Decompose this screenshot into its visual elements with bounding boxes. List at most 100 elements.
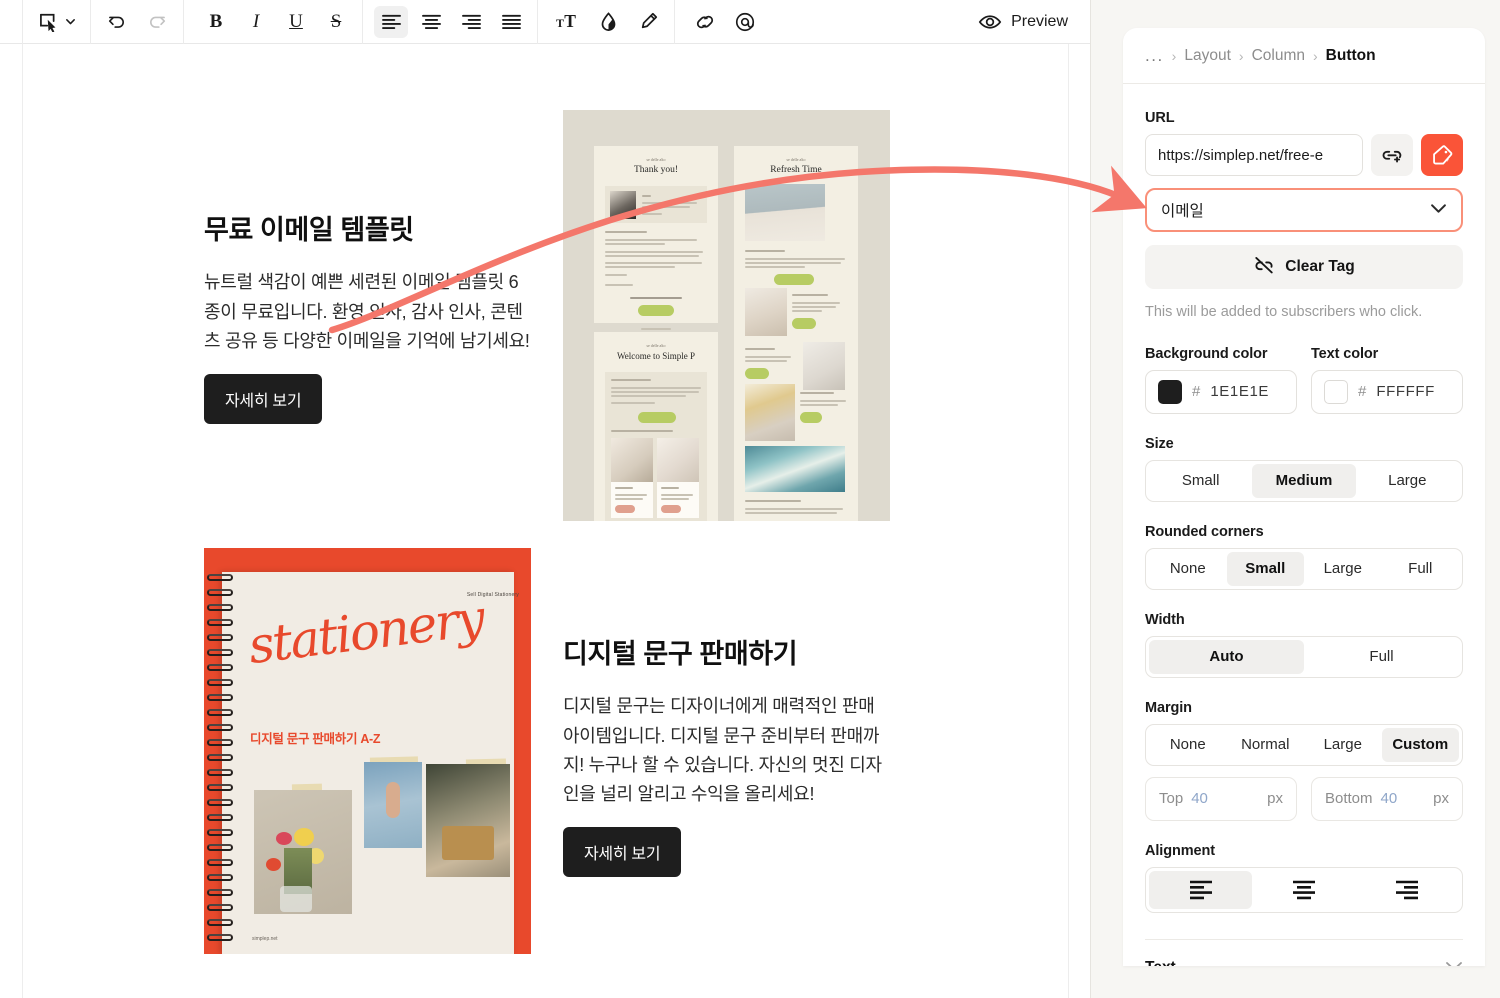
tag-select-value: 이메일 (1161, 203, 1204, 220)
block-2-image[interactable]: stationery 디지털 문구 판매하기 A-Z Sell Digital … (204, 548, 531, 954)
toolbar-group-align (363, 0, 537, 44)
canvas-right-rule (1068, 44, 1069, 998)
align-right-icon[interactable] (1356, 871, 1459, 909)
width-option-full[interactable]: Full (1304, 640, 1459, 674)
preview-button[interactable]: Preview (968, 6, 1090, 38)
url-input[interactable]: https://simplep.net/free-e (1145, 134, 1363, 176)
margin-top-label: Top (1159, 790, 1184, 808)
background-color-hash: # (1192, 383, 1201, 401)
text-color-field[interactable]: # FFFFFF (1311, 369, 1463, 414)
notebook-photo-beach (364, 762, 422, 848)
toolbar-group-format: B I U S (184, 0, 362, 44)
clear-tag-button[interactable]: Clear Tag (1145, 245, 1463, 289)
breadcrumb-overflow[interactable]: ... (1145, 46, 1164, 66)
size-option-large[interactable]: Large (1356, 464, 1459, 498)
italic-button[interactable]: I (239, 6, 273, 38)
margin-bottom-unit: px (1433, 790, 1449, 808)
bold-button[interactable]: B (199, 6, 233, 38)
notebook-subtitle: 디지털 문구 판매하기 A-Z (250, 732, 381, 746)
margin-top-value: 40 (1191, 790, 1208, 808)
url-row: https://simplep.net/free-e (1145, 134, 1463, 176)
redo-button[interactable] (140, 6, 174, 38)
align-left-icon[interactable] (1149, 870, 1253, 909)
chevron-down-icon (1445, 959, 1463, 966)
text-section-accordion[interactable]: Text (1145, 940, 1463, 966)
chevron-down-icon (1430, 201, 1447, 219)
svg-text:T: T (564, 12, 576, 31)
rounded-option-full[interactable]: Full (1382, 552, 1460, 586)
select-tool-button[interactable] (33, 6, 81, 38)
rounded-option-small[interactable]: Small (1226, 551, 1304, 586)
background-color-swatch[interactable] (1158, 379, 1182, 404)
svg-text:T: T (556, 16, 564, 30)
block-2-body: 디지털 문구는 디자이너에게 매력적인 판매 아이템입니다. 디지털 문구 준비… (563, 696, 882, 804)
content-block-1-text[interactable]: 무료 이메일 템플릿 뉴트럴 색감이 예쁜 세련된 이메일 템플릿 6종이 무료… (204, 212, 534, 424)
properties-body: URL https://simplep.net/free-e 이메일 Clear… (1123, 110, 1485, 966)
notebook-corner-text: Sell Digital Stationery (466, 592, 519, 598)
undo-button[interactable] (100, 6, 134, 38)
breadcrumb-item-column[interactable]: Column (1252, 47, 1305, 65)
alignment-label: Alignment (1145, 842, 1215, 859)
background-color-field[interactable]: # 1E1E1E (1145, 369, 1297, 414)
block-1-body: 뉴트럴 색감이 예쁜 세련된 이메일 템플릿 6종이 무료입니다. 환영 인사,… (204, 272, 530, 351)
size-option-medium[interactable]: Medium (1252, 463, 1356, 498)
margin-number-row: Top 40 px Bottom 40 px (1145, 776, 1463, 821)
link-plus-icon[interactable] (1371, 134, 1413, 176)
rounded-option-none[interactable]: None (1149, 552, 1227, 586)
margin-label: Margin (1145, 699, 1192, 716)
block-2-heading: 디지털 문구 판매하기 (563, 639, 798, 669)
app-root: B I U S T T Preview 무료 이메일 템플릿 뉴트럴 색감이 예… (0, 0, 1500, 998)
width-option-auto[interactable]: Auto (1149, 639, 1304, 674)
align-justify-button[interactable] (494, 6, 528, 38)
margin-option-none[interactable]: None (1149, 728, 1227, 762)
link-button[interactable] (688, 6, 722, 38)
tag-select[interactable]: 이메일 (1145, 188, 1463, 232)
properties-card: ... › Layout › Column › Button URL https… (1123, 28, 1485, 966)
width-label: Width (1145, 611, 1185, 628)
italic-label: I (252, 10, 260, 32)
width-segmented-control: Auto Full (1145, 635, 1463, 678)
text-color-label: Text color (1311, 345, 1379, 362)
text-color-swatch[interactable] (1324, 379, 1348, 404)
block-1-image[interactable]: se delle alto Thank you! se delle alto W… (563, 110, 890, 521)
rounded-option-large[interactable]: Large (1304, 552, 1382, 586)
toolbar-left-rule (22, 0, 23, 44)
breadcrumb: ... › Layout › Column › Button (1123, 28, 1485, 84)
align-right-button[interactable] (454, 6, 488, 38)
breadcrumb-separator: › (1312, 47, 1318, 64)
strikethrough-label: S (330, 10, 342, 32)
content-block-2-text[interactable]: 디지털 문구 판매하기 디지털 문구는 디자이너에게 매력적인 판매 아이템입니… (563, 636, 893, 878)
align-left-button[interactable] (374, 5, 408, 38)
strikethrough-button[interactable]: S (319, 6, 353, 38)
mention-button[interactable] (728, 6, 762, 38)
mock-title-1: Thank you! (633, 165, 679, 175)
toolbar-group-select (0, 0, 90, 44)
alignment-segmented-control (1145, 866, 1463, 913)
breadcrumb-item-layout[interactable]: Layout (1184, 47, 1231, 65)
margin-option-normal[interactable]: Normal (1227, 728, 1305, 762)
align-center-icon[interactable] (1252, 871, 1355, 909)
margin-option-custom[interactable]: Custom (1381, 727, 1459, 762)
editor-canvas[interactable]: 무료 이메일 템플릿 뉴트럴 색감이 예쁜 세련된 이메일 템플릿 6종이 무료… (0, 44, 1090, 998)
margin-option-large[interactable]: Large (1304, 728, 1382, 762)
rounded-corners-label: Rounded corners (1145, 523, 1264, 540)
align-center-button[interactable] (414, 6, 448, 38)
highlight-button[interactable] (631, 6, 665, 38)
margin-bottom-field[interactable]: Bottom 40 px (1311, 776, 1463, 821)
breadcrumb-separator: › (1238, 47, 1244, 64)
block-1-heading: 무료 이메일 템플릿 (204, 212, 534, 248)
size-option-small[interactable]: Small (1149, 464, 1252, 498)
font-size-button[interactable]: T T (551, 6, 585, 38)
margin-top-field[interactable]: Top 40 px (1145, 776, 1297, 821)
properties-panel: ... › Layout › Column › Button URL https… (1090, 0, 1500, 998)
underline-button[interactable]: U (279, 6, 313, 38)
block-1-cta-button[interactable]: 자세히 보기 (204, 373, 323, 424)
breadcrumb-current-button: Button (1325, 46, 1376, 64)
clear-tag-label: Clear Tag (1285, 258, 1355, 275)
block-1-heading-text: 무료 이메일 템플릿 (204, 215, 414, 245)
eye-icon (978, 14, 1002, 29)
text-color-button[interactable] (591, 6, 625, 38)
tag-sparkle-icon[interactable] (1421, 134, 1463, 176)
text-section-label: Text (1145, 959, 1176, 966)
block-2-cta-button[interactable]: 자세히 보기 (563, 827, 682, 878)
